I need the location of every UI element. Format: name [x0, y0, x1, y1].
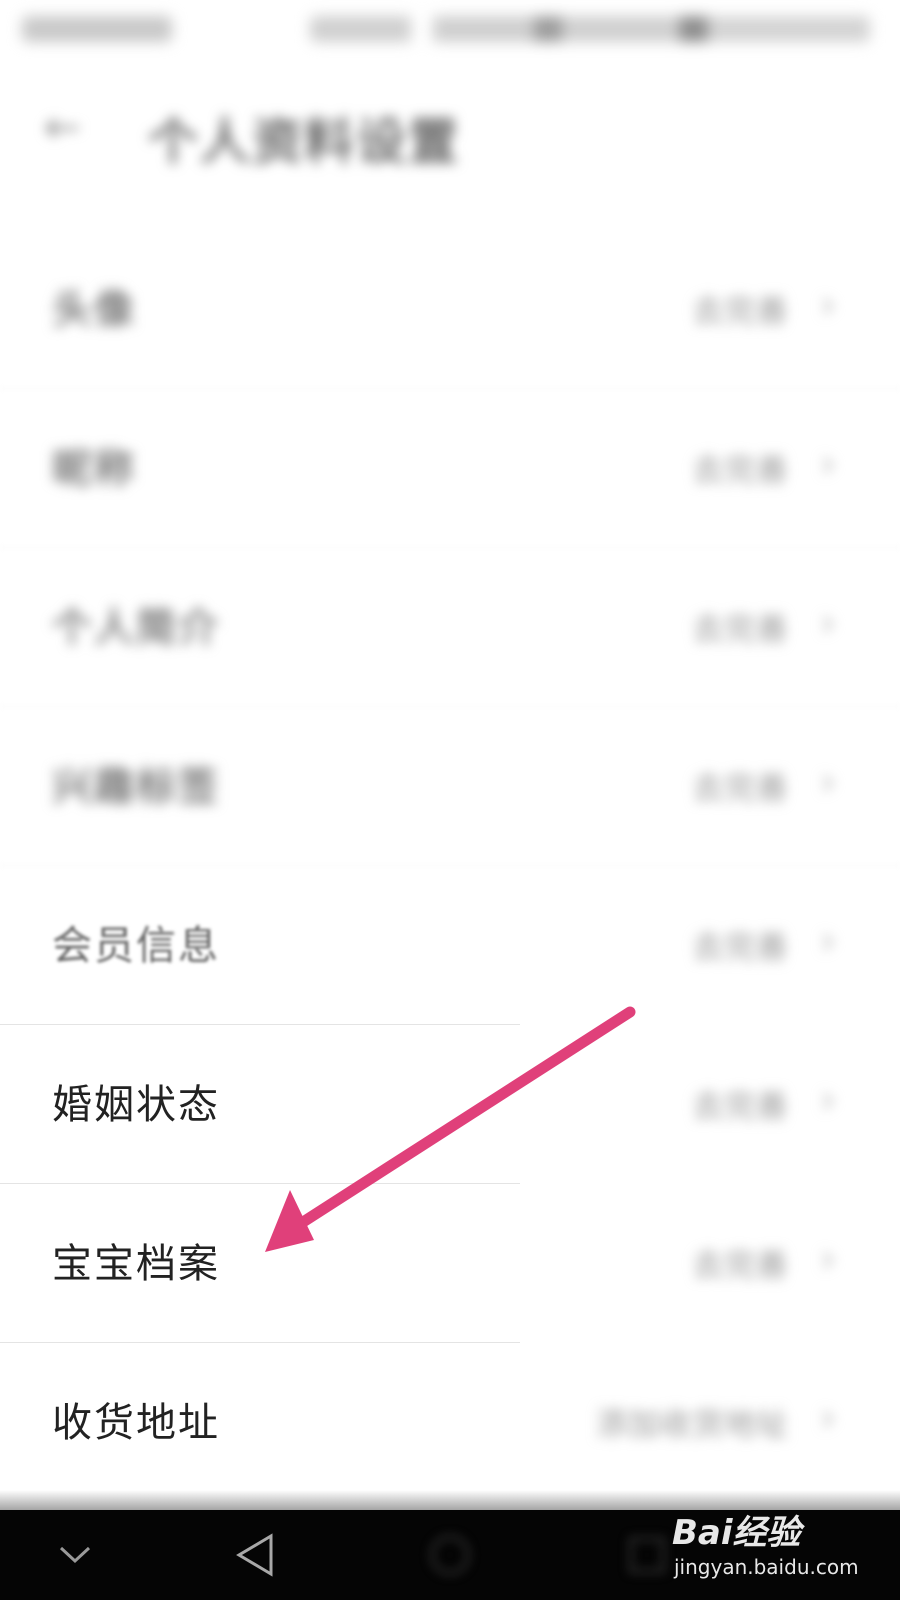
chevron-right-icon: › — [820, 918, 836, 964]
row-value: 去完善 — [691, 769, 788, 807]
row-value: 去完善 — [691, 451, 788, 489]
settings-row-membership[interactable]: 会员信息 去完善 › — [0, 866, 900, 1025]
chevron-right-icon: › — [820, 282, 836, 328]
row-label: 宝宝档案 — [52, 1241, 220, 1287]
chevron-right-icon: › — [820, 1077, 836, 1123]
settings-row-avatar[interactable]: 头像 去完善 › — [0, 230, 900, 389]
page-header: ← 个人资料设置 — [0, 80, 900, 180]
chevron-right-icon: › — [820, 441, 836, 487]
chevron-right-icon: › — [820, 1395, 836, 1441]
chevron-right-icon: › — [820, 1236, 836, 1282]
arrow-left-icon[interactable]: ← — [44, 106, 81, 150]
back-triangle-icon[interactable] — [220, 1510, 290, 1600]
settings-list: 头像 去完善 › 昵称 去完善 › 个人简介 去完善 › 兴趣标签 去完善 › … — [0, 230, 900, 1502]
chevron-right-icon: › — [820, 759, 836, 805]
row-value: 去完善 — [691, 928, 788, 966]
status-bar — [0, 0, 900, 60]
row-value: 去完善 — [691, 610, 788, 648]
row-label: 婚姻状态 — [52, 1082, 220, 1128]
settings-row-bio[interactable]: 个人简介 去完善 › — [0, 548, 900, 707]
home-circle-icon[interactable] — [415, 1510, 485, 1600]
watermark-brand: Bai经验 — [672, 1513, 801, 1553]
settings-row-shipping-address[interactable]: 收货地址 添加收货地址 › — [0, 1343, 900, 1502]
app-screen: ← 个人资料设置 头像 去完善 › 昵称 去完善 › 个人简介 去完善 › 兴趣… — [0, 0, 900, 1510]
row-value: 去完善 — [691, 1246, 788, 1284]
carrier-text — [22, 16, 172, 42]
page-title: 个人资料设置 — [148, 113, 460, 171]
row-label: 兴趣标签 — [52, 764, 220, 810]
row-label: 收货地址 — [52, 1400, 220, 1446]
row-value: 去完善 — [691, 1087, 788, 1125]
row-value: 去完善 — [691, 292, 788, 330]
settings-row-baby-profile[interactable]: 宝宝档案 去完善 › — [0, 1184, 900, 1343]
settings-row-interests[interactable]: 兴趣标签 去完善 › — [0, 707, 900, 866]
status-indicators — [310, 16, 870, 42]
watermark-url: jingyan.baidu.com — [674, 1555, 859, 1579]
chevron-right-icon: › — [820, 600, 836, 646]
baidu-jingyan-watermark: Bai经验 jingyan.baidu.com — [672, 1505, 859, 1585]
settings-row-nickname[interactable]: 昵称 去完善 › — [0, 389, 900, 548]
row-label: 头像 — [52, 287, 136, 333]
row-label: 会员信息 — [52, 923, 220, 969]
row-label: 昵称 — [52, 446, 136, 492]
settings-row-marital-status[interactable]: 婚姻状态 去完善 › — [0, 1025, 900, 1184]
row-label: 个人简介 — [52, 605, 220, 651]
row-value: 添加收货地址 — [595, 1405, 788, 1443]
chevron-down-icon[interactable] — [40, 1510, 110, 1600]
